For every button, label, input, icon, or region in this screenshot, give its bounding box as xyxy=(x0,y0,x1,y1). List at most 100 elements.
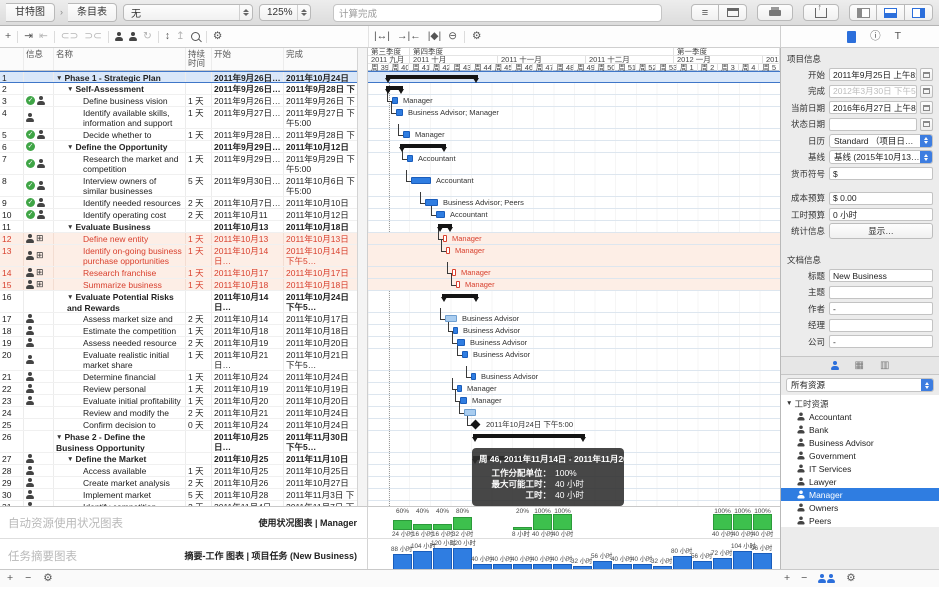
gear-icon[interactable]: ⚙ xyxy=(43,568,52,589)
summary-bar[interactable] xyxy=(386,86,403,90)
disclosure-triangle-icon[interactable]: ▼ xyxy=(67,294,73,301)
table-row[interactable]: 10✓Identify operating cost elements2 天20… xyxy=(0,209,357,221)
table-row[interactable]: 11▼Evaluate Business Approach2011年10月13日… xyxy=(0,221,357,233)
resource-item[interactable]: Business Advisor xyxy=(781,436,939,449)
task-bar[interactable] xyxy=(443,235,447,242)
zoom-fit-icon[interactable]: |↔| xyxy=(374,26,390,47)
table-row[interactable]: 24Review and modify the strategic plan2 … xyxy=(0,407,357,419)
outdent-icon[interactable]: ⇤ xyxy=(39,26,48,47)
gantt-row[interactable]: Accountant xyxy=(368,175,780,197)
field-value-input[interactable]: 2012年3月30日 下午5:00 xyxy=(829,85,917,98)
table-row[interactable]: 29Create market analysis plan2 天2011年10月… xyxy=(0,477,357,489)
gantt-row[interactable] xyxy=(368,141,780,153)
field-value-input[interactable]: 0 小时 xyxy=(829,208,933,221)
calendar-view-button[interactable] xyxy=(719,4,747,21)
field-select[interactable]: 基线 (2015年10月13日 下午1:… xyxy=(829,150,933,164)
table-row[interactable]: 21Determine financial requirements1 天201… xyxy=(0,371,357,383)
remove-icon[interactable]: − xyxy=(25,568,31,589)
calendar-picker-button[interactable] xyxy=(920,118,933,131)
resource-item[interactable]: Bank xyxy=(781,423,939,436)
summary-chart-row[interactable]: 任务摘要图表 摘要-工作 图表 | 项目任务 (New Business) 88… xyxy=(0,539,780,572)
disclosure-triangle-icon[interactable]: ▼ xyxy=(67,456,73,463)
summary-bar[interactable] xyxy=(442,294,478,298)
gantt-row[interactable]: Manager xyxy=(368,383,780,395)
gantt-gear-icon[interactable]: ⚙ xyxy=(472,26,481,47)
resources-icon[interactable] xyxy=(818,574,835,583)
usage-chart-row[interactable]: 自动资源使用状况图表 使用状况图表 | Manager 60%24 小时40%1… xyxy=(0,507,780,539)
gantt-row[interactable] xyxy=(368,407,780,419)
add-icon[interactable]: + xyxy=(7,568,13,589)
resources-view-icon[interactable] xyxy=(831,361,839,370)
table-row[interactable]: 14⊞Research franchise possibilities1 天20… xyxy=(0,267,357,279)
table-row[interactable]: 3✓Define business vision1 天2011年9月26日…20… xyxy=(0,95,357,107)
task-bar[interactable] xyxy=(392,97,398,104)
table-row[interactable]: 22Review personal suitability1 天2011年10月… xyxy=(0,383,357,395)
update-icon[interactable]: ↻ xyxy=(143,26,152,47)
gantt-row[interactable]: Business Advisor; Peers xyxy=(368,197,780,209)
col-start[interactable]: 开始 xyxy=(212,48,284,70)
gantt-row[interactable]: Manager xyxy=(368,267,780,279)
gantt-row[interactable]: Business Advisor xyxy=(368,325,780,337)
zoom-select[interactable]: 125% xyxy=(259,4,311,21)
search-icon[interactable] xyxy=(191,32,200,41)
share-button[interactable] xyxy=(803,4,839,21)
col-duration[interactable]: 持续 时间 xyxy=(186,48,212,70)
col-name[interactable]: 名称 xyxy=(54,48,186,70)
table-row[interactable]: 5✓Decide whether to proceed1 天2011年9月28日… xyxy=(0,129,357,141)
disclosure-triangle-icon[interactable]: ▼ xyxy=(786,400,792,407)
gantt-row[interactable] xyxy=(368,83,780,95)
table-row[interactable]: 27▼Define the Market2011年10月25日…2011年11月… xyxy=(0,453,357,465)
toggle-bottom-panel-button[interactable] xyxy=(877,4,905,21)
disclosure-triangle-icon[interactable]: ▼ xyxy=(67,224,73,231)
connect-icon[interactable]: ⊂⊃ xyxy=(61,26,79,47)
disclosure-triangle-icon[interactable]: ▼ xyxy=(67,86,73,93)
groups-view-icon[interactable]: ▦ xyxy=(855,357,864,374)
add-task-icon[interactable]: + xyxy=(5,26,11,47)
field-value-input[interactable]: $ xyxy=(829,167,933,180)
resource-item[interactable]: Accountant xyxy=(781,410,939,423)
table-row[interactable]: 6✓▼Define the Opportunity2011年9月29日…2011… xyxy=(0,141,357,153)
milestone-diamond[interactable] xyxy=(471,420,481,430)
task-bar[interactable] xyxy=(464,409,476,416)
col-end[interactable]: 完成 xyxy=(284,48,358,70)
action-gear-icon[interactable]: ⚙ xyxy=(213,26,222,47)
table-row[interactable]: 7✓Research the market and competition1 天… xyxy=(0,153,357,175)
indent-icon[interactable]: ⇥ xyxy=(24,26,33,47)
table-row[interactable]: 16▼Evaluate Potential Risks and Rewards2… xyxy=(0,291,357,313)
gantt-row[interactable]: Business Advisor xyxy=(368,371,780,383)
table-row[interactable]: 25Confirm decision to proceed0 天2011年10月… xyxy=(0,419,357,431)
field-value-input[interactable]: New Business xyxy=(829,269,933,282)
task-bar[interactable] xyxy=(471,373,476,380)
task-bar[interactable] xyxy=(411,177,431,184)
table-row[interactable]: 19Assess needed resource availability2 天… xyxy=(0,337,357,349)
task-bar[interactable] xyxy=(436,211,445,218)
gantt-row[interactable]: 2011年10月24日 下午5:00 xyxy=(368,419,780,431)
table-row[interactable]: 1▼Phase 1 - Strategic Plan2011年9月26日…201… xyxy=(0,71,357,83)
task-bar[interactable] xyxy=(460,397,467,404)
field-value-input[interactable]: - xyxy=(829,302,933,315)
unassign-resource-icon[interactable] xyxy=(129,32,137,41)
disconnect-icon[interactable]: ⊃⊂ xyxy=(84,26,102,47)
task-bar[interactable] xyxy=(457,339,465,346)
table-row[interactable]: 28Access available information1 天2011年10… xyxy=(0,465,357,477)
gantt-row[interactable]: Manager xyxy=(368,233,780,245)
task-bar[interactable] xyxy=(462,351,468,358)
resource-group-row[interactable]: ▼ 工时资源 xyxy=(781,397,939,410)
resource-filter-select[interactable]: 所有资源 xyxy=(786,378,934,392)
table-gantt-splitter[interactable] xyxy=(358,48,368,506)
task-bar[interactable] xyxy=(425,199,438,206)
disclosure-triangle-icon[interactable]: ▼ xyxy=(67,144,73,151)
gantt-row[interactable]: Business Advisor xyxy=(368,313,780,325)
styles-tab-icon[interactable]: T xyxy=(895,26,901,47)
summary-bar[interactable] xyxy=(438,224,452,228)
task-bar[interactable] xyxy=(446,247,450,254)
outline-view-button[interactable]: ≡ xyxy=(691,4,719,21)
table-row[interactable]: 23Evaluate initial profitability1 天2011年… xyxy=(0,395,357,407)
task-bar[interactable] xyxy=(457,385,462,392)
gantt-row[interactable]: Manager xyxy=(368,395,780,407)
summary-bar[interactable] xyxy=(386,75,478,79)
breadcrumb-gantt-button[interactable]: 甘特图 xyxy=(6,3,55,22)
gantt-row[interactable]: Manager xyxy=(368,245,780,267)
task-bar[interactable] xyxy=(445,315,457,322)
toggle-left-panel-button[interactable] xyxy=(849,4,877,21)
